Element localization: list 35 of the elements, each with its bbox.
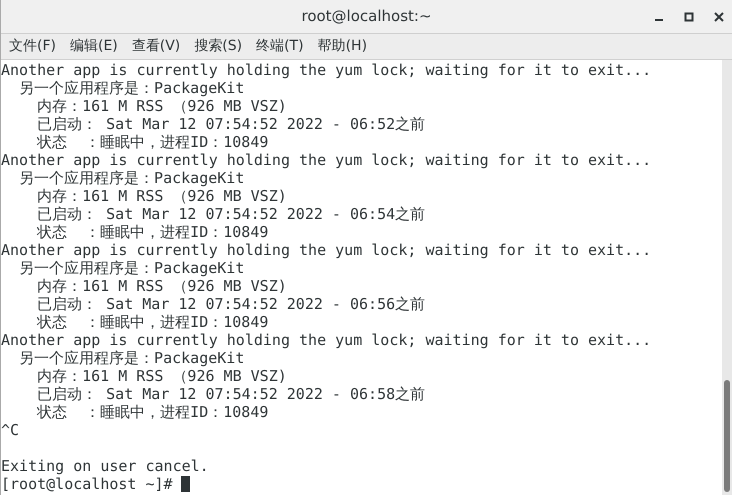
terminal-line: Another app is currently holding the yum lock; waiting for it to exit... [1, 61, 652, 79]
terminal-prompt: [root@localhost ~]# [1, 475, 173, 493]
text-cursor [180, 476, 190, 492]
terminal-line: 已启动： Sat Mar 12 07:54:52 2022 - 06:54之前 [36, 205, 426, 223]
terminal-line: 另一个应用程序是：PackageKit [18, 79, 244, 97]
close-icon[interactable] [714, 12, 724, 22]
terminal-line: 内存：161 M RSS （926 MB VSZ) [36, 97, 287, 115]
terminal-line: 状态 ：睡眠中，进程ID：10849 [36, 223, 268, 241]
terminal-line: 内存：161 M RSS （926 MB VSZ) [36, 187, 287, 205]
terminal-line: 已启动： Sat Mar 12 07:54:52 2022 - 06:58之前 [36, 385, 426, 403]
window-title: root@localhost:~ [301, 6, 432, 28]
menu-item[interactable]: 编辑(E) [70, 36, 118, 57]
terminal-line: 状态 ：睡眠中，进程ID：10849 [36, 403, 268, 421]
menu-item[interactable]: 终端(T) [256, 36, 304, 57]
terminal-line: 另一个应用程序是：PackageKit [18, 259, 244, 277]
terminal-line: Exiting on user cancel. [1, 457, 209, 475]
terminal-line: Another app is currently holding the yum lock; waiting for it to exit... [1, 241, 652, 259]
terminal-line: 另一个应用程序是：PackageKit [18, 349, 244, 367]
menu-item[interactable]: 查看(V) [132, 36, 180, 57]
terminal-line: 内存：161 M RSS （926 MB VSZ) [36, 277, 287, 295]
terminal-line: Another app is currently holding the yum lock; waiting for it to exit... [1, 331, 652, 349]
scrollbar[interactable] [722, 60, 732, 495]
scrollbar-thumb[interactable] [724, 380, 730, 492]
terminal-line: 内存：161 M RSS （926 MB VSZ) [36, 367, 287, 385]
menu-item[interactable]: 文件(F) [9, 36, 56, 57]
terminal-line: 另一个应用程序是：PackageKit [18, 169, 244, 187]
terminal-line: ^C [1, 421, 20, 439]
terminal-line: 状态 ：睡眠中，进程ID：10849 [36, 133, 268, 151]
menu-item[interactable]: 帮助(H) [318, 36, 368, 57]
terminal-line: 已启动： Sat Mar 12 07:54:52 2022 - 06:52之前 [36, 115, 426, 133]
terminal-line: Another app is currently holding the yum lock; waiting for it to exit... [1, 151, 652, 169]
maximize-icon[interactable] [684, 12, 694, 22]
terminal-line: 已启动： Sat Mar 12 07:54:52 2022 - 06:56之前 [36, 295, 426, 313]
menu-item[interactable]: 搜索(S) [194, 36, 242, 57]
terminal-line: 状态 ：睡眠中，进程ID：10849 [36, 313, 268, 331]
